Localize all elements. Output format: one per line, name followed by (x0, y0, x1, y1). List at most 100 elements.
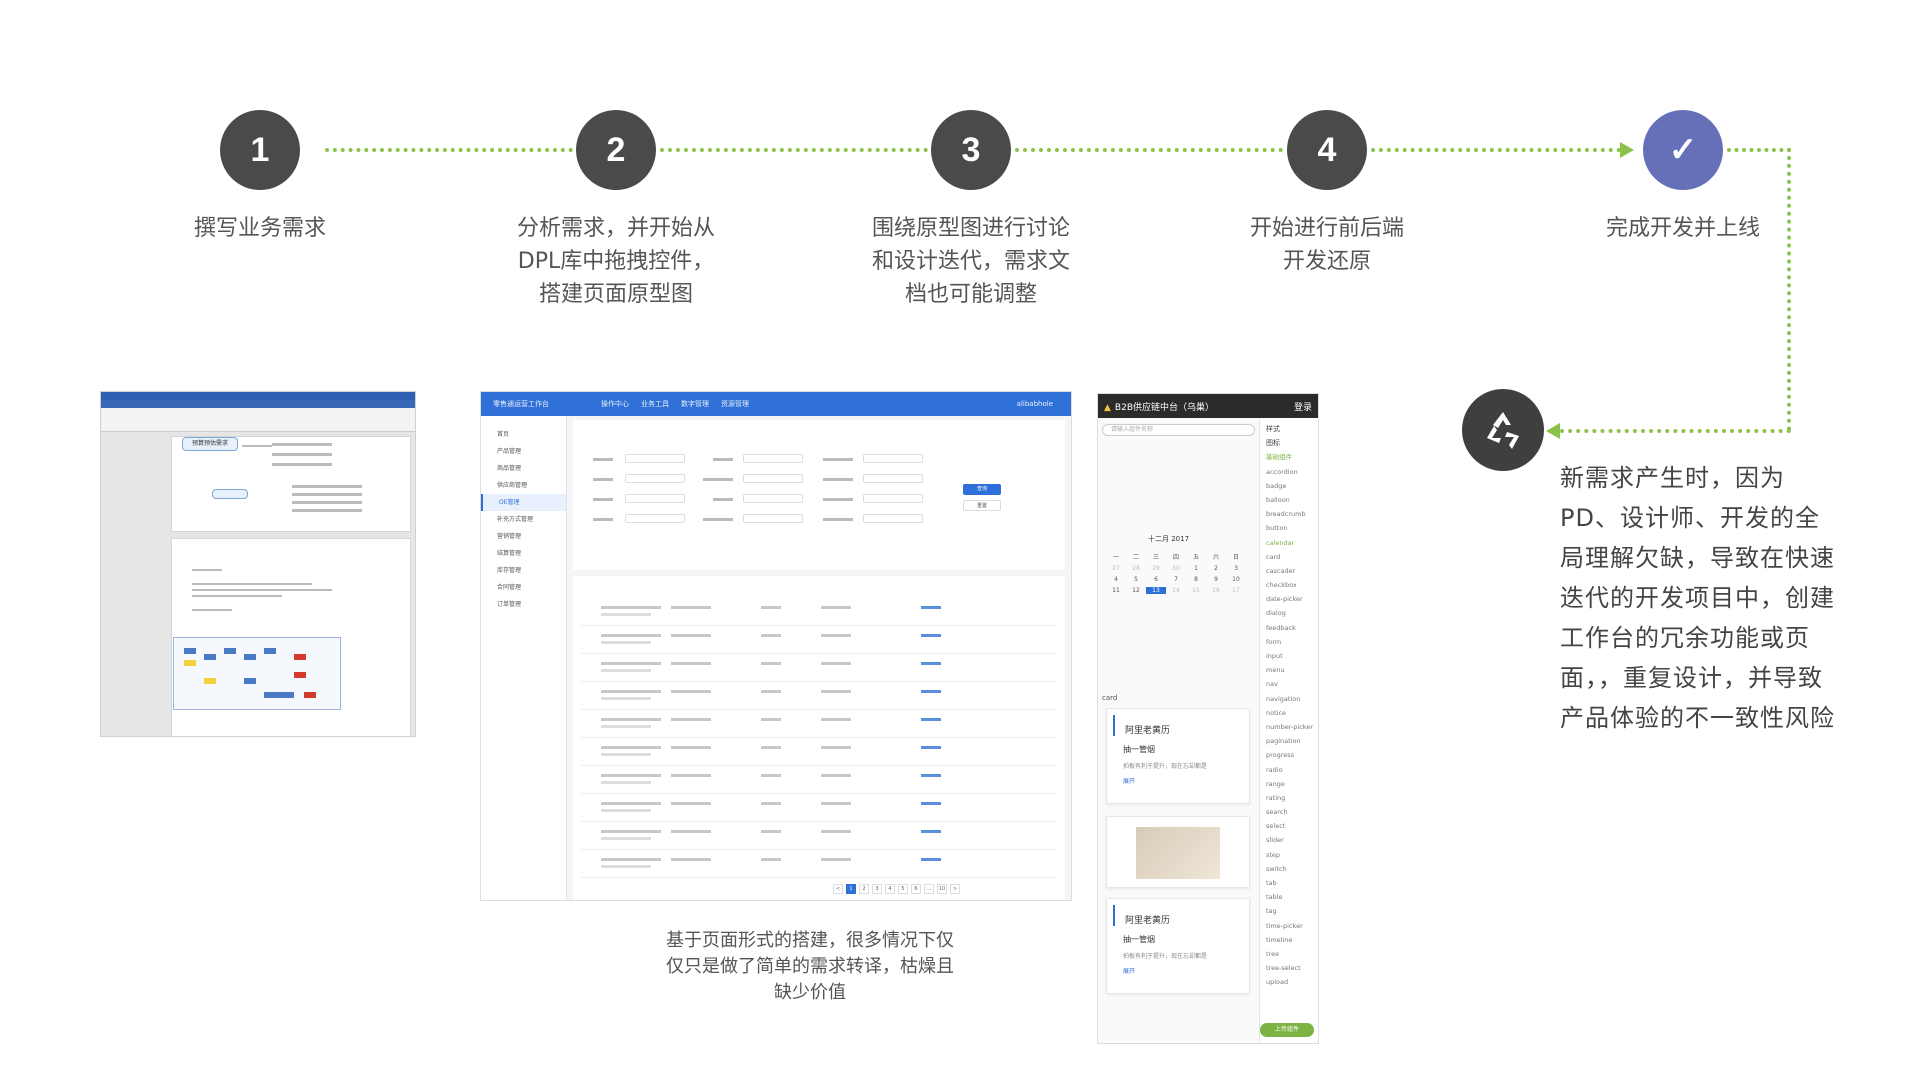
menu-item[interactable]: radio (1266, 763, 1318, 777)
menu-item[interactable]: cascader (1266, 564, 1318, 578)
lib-preview: 请输入组件名称 十二月 2017 一二三四五六日 27 28 29 30 1 2 3 456… (1098, 418, 1260, 1043)
side-item[interactable]: 订单管理 (481, 596, 566, 613)
menu-item[interactable]: 图标 (1266, 436, 1318, 450)
side-item[interactable]: 营销管理 (481, 528, 566, 545)
menu-item[interactable]: 基础组件 (1266, 450, 1318, 464)
step-4-circle: 4 (1287, 110, 1367, 190)
step-3-label: 围绕原型图进行讨论 和设计迭代，需求文 档也可能调整 (871, 216, 1070, 307)
menu-item[interactable]: table (1266, 890, 1318, 904)
menu-item[interactable]: pagination (1266, 734, 1318, 748)
menu-item[interactable]: upload (1266, 975, 1318, 989)
menu-item[interactable]: nav (1266, 677, 1318, 691)
menu-item-active[interactable]: calendar (1266, 536, 1318, 550)
menu-item[interactable]: badge (1266, 479, 1318, 493)
side-item[interactable]: 首页 (481, 426, 566, 443)
connector-4-5 (1371, 148, 1621, 152)
table-row (581, 628, 1057, 654)
step-2-circle: 2 (576, 110, 656, 190)
pagination[interactable]: < 1 2 3 4 5 6 ... 10 > (833, 884, 960, 894)
side-item[interactable]: 产品管理 (481, 443, 566, 460)
menu-item[interactable]: select (1266, 819, 1318, 833)
menu-item[interactable]: progress (1266, 748, 1318, 762)
menu-item[interactable]: input (1266, 649, 1318, 663)
menu-item[interactable]: dialog (1266, 606, 1318, 620)
step-1-circle: 1 (220, 110, 300, 190)
mind-map-root: 预算预估需求 (182, 437, 238, 451)
side-item[interactable]: 结算管理 (481, 545, 566, 562)
side-item[interactable]: 商品管理 (481, 460, 566, 477)
side-item[interactable]: 供应商管理 (481, 477, 566, 494)
arrow-right-icon (1620, 142, 1634, 158)
console-main: 查询 重置 < 1 2 3 4 5 6 ... 10 > (573, 420, 1065, 900)
menu-item[interactable]: button (1266, 521, 1318, 535)
menu-item[interactable]: 样式 (1266, 422, 1318, 436)
connector-loop-down (1787, 148, 1791, 431)
table-row (581, 824, 1057, 850)
login-link[interactable]: 登录 (1294, 400, 1312, 413)
menu-item[interactable]: card (1266, 550, 1318, 564)
menu-item[interactable]: slider (1266, 833, 1318, 847)
side-item[interactable]: 合同管理 (481, 579, 566, 596)
menu-item[interactable]: tree (1266, 947, 1318, 961)
recycle-icon (1462, 389, 1544, 471)
table-row (581, 712, 1057, 738)
step-1-label: 撰写业务需求 (193, 216, 326, 241)
word-ribbon (101, 400, 415, 432)
reset-button[interactable]: 重置 (963, 500, 1001, 511)
word-page-1: 预算预估需求 (171, 436, 411, 532)
connector-loop-back (1560, 429, 1791, 433)
side-item[interactable]: 补充方式管理 (481, 511, 566, 528)
word-title-bar (101, 392, 415, 400)
connector-3-4 (1015, 148, 1283, 152)
calendar-widget[interactable]: 一二三四五六日 27 28 29 30 1 2 3 4 5 6 7 8 9 10 11 12 13 14 15 1… (1106, 552, 1246, 594)
banana-logo-icon: ▲ (1104, 402, 1111, 413)
side-item-active[interactable]: OE管理 (481, 494, 566, 511)
menu-item[interactable]: balloon (1266, 493, 1318, 507)
menu-item[interactable]: checkbox (1266, 578, 1318, 592)
component-menu: 样式 图标 基础组件 accordion badge balloon bread… (1262, 418, 1318, 1043)
table-row (581, 796, 1057, 822)
table-row (581, 684, 1057, 710)
menu-item[interactable]: tree-select (1266, 961, 1318, 975)
menu-item[interactable]: range (1266, 777, 1318, 791)
menu-item[interactable]: date-picker (1266, 592, 1318, 606)
menu-item[interactable]: form (1266, 635, 1318, 649)
card-section-label: card (1102, 694, 1118, 702)
console-sidebar: 首页 产品管理 商品管理 供应商管理 OE管理 补充方式管理 营销管理 结算管理… (481, 416, 567, 900)
card-image (1136, 827, 1220, 879)
menu-item[interactable]: breadcrumb (1266, 507, 1318, 521)
card-1: 阿里老黄历 抽一管烟 拍板有利于提升，现在忘却都是 展开 (1106, 708, 1250, 804)
table-row (581, 768, 1057, 794)
menu-item[interactable]: switch (1266, 862, 1318, 876)
search-button[interactable]: 查询 (963, 484, 1001, 495)
card-2: 阿里老黄历 抽一管烟 拍板有利于提升，现在忘却都是 展开 (1106, 898, 1250, 994)
menu-item[interactable]: notice (1266, 706, 1318, 720)
mind-map-subnode (212, 489, 248, 499)
flowchart (173, 637, 341, 710)
menu-item[interactable]: navigation (1266, 692, 1318, 706)
menu-item[interactable]: menu (1266, 663, 1318, 677)
upload-component-button[interactable]: 上传组件 (1260, 1023, 1314, 1037)
connector-5-loop (1727, 148, 1791, 152)
web-console-screenshot: 零售通运营工作台 操作中心 业务工具 数字管理 资源管理 alibabhole … (480, 391, 1072, 901)
connector-2-3 (660, 148, 928, 152)
side-item[interactable]: 库存管理 (481, 562, 566, 579)
menu-item[interactable]: rating (1266, 791, 1318, 805)
step-4-label: 开始进行前后端 开发还原 (1249, 216, 1404, 274)
arrow-left-icon (1546, 423, 1560, 439)
menu-item[interactable]: tab (1266, 876, 1318, 890)
step-done-checkmark-icon: ✓ (1643, 110, 1723, 190)
menu-item[interactable]: time-picker (1266, 919, 1318, 933)
lib-header: ▲ B2B供应链中台（乌巢） 登录 (1098, 394, 1318, 418)
menu-item[interactable]: search (1266, 805, 1318, 819)
prototype-caption: 基于页面形式的搭建，很多情况下仅 仅只是做了简单的需求转译，枯燥且 缺少价值 (666, 930, 954, 1003)
word-document-screenshot: 预算预估需求 (100, 391, 416, 737)
menu-item[interactable]: tag (1266, 904, 1318, 918)
step-5-label: 完成开发并上线 (1605, 216, 1760, 241)
menu-item[interactable]: feedback (1266, 621, 1318, 635)
menu-item[interactable]: step (1266, 848, 1318, 862)
menu-item[interactable]: number-picker (1266, 720, 1318, 734)
menu-item[interactable]: timeline (1266, 933, 1318, 947)
menu-item[interactable]: accordion (1266, 465, 1318, 479)
component-search-input[interactable]: 请输入组件名称 (1102, 424, 1255, 436)
